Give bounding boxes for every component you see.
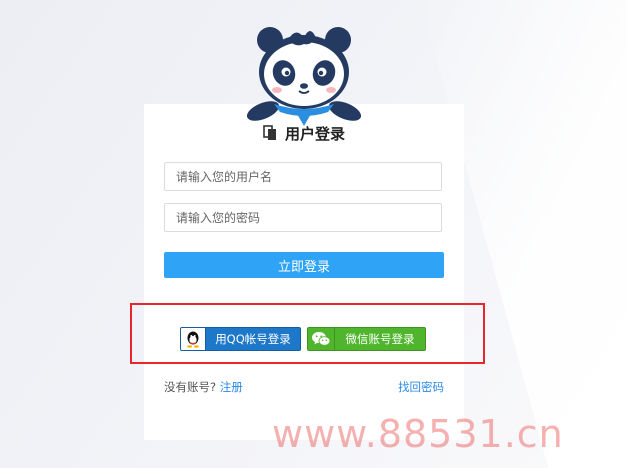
register-prompt: 没有账号? 注册 — [164, 379, 243, 395]
copy-document-icon — [263, 125, 277, 141]
password-input[interactable] — [164, 203, 442, 232]
qq-login-button[interactable]: 用QQ帐号登录 — [180, 327, 301, 351]
forgot-password-link[interactable]: 找回密码 — [398, 379, 444, 395]
page-title: 用户登录 — [284, 124, 345, 143]
username-input[interactable] — [164, 162, 442, 191]
title-row: 用户登录 — [144, 122, 464, 144]
panda-mascot — [246, 27, 362, 126]
qq-login-label: 用QQ帐号登录 — [215, 332, 291, 346]
login-button[interactable]: 立即登录 — [164, 252, 444, 278]
no-account-text: 没有账号? — [164, 380, 217, 394]
watermark-text: www.88531.cn — [272, 412, 564, 456]
wechat-icon — [308, 328, 335, 350]
wechat-login-label: 微信账号登录 — [345, 332, 415, 346]
wechat-login-button[interactable]: 微信账号登录 — [307, 327, 426, 351]
qq-penguin-icon — [181, 328, 206, 350]
register-link[interactable]: 注册 — [220, 380, 243, 394]
